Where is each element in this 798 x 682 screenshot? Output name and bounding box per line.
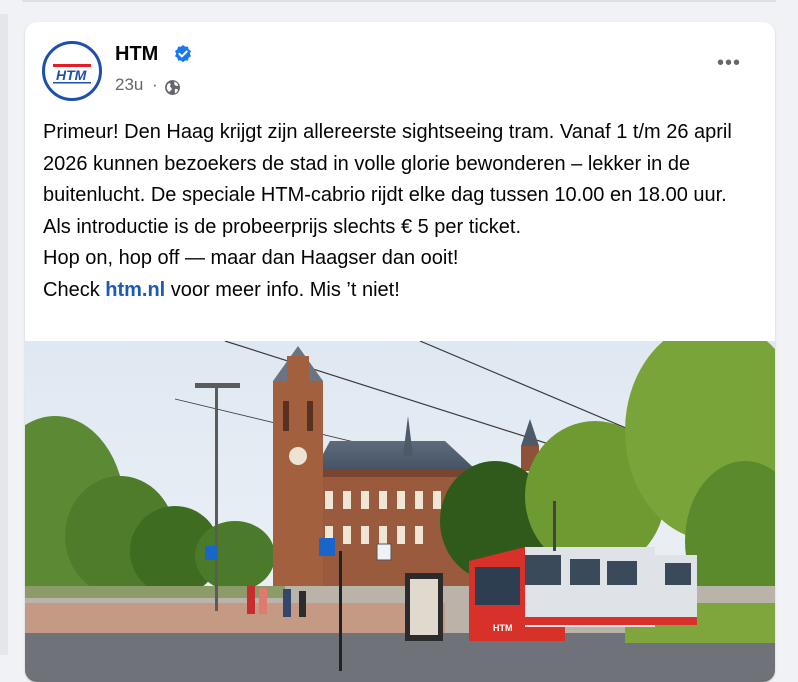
post-text-line: Als introductie is de probeerprijs slech… [43, 215, 521, 238]
post-text-segment: Check [43, 278, 106, 301]
globe-icon [165, 80, 180, 95]
verified-badge-icon [175, 45, 191, 63]
svg-text:HTM: HTM [493, 623, 513, 633]
post-photo[interactable]: HTM [25, 341, 775, 682]
previous-post-edge [0, 0, 798, 14]
website-link[interactable]: htm.nl [105, 279, 165, 301]
more-options-button[interactable]: ••• [711, 50, 747, 86]
previous-post-border [22, 0, 776, 2]
post-header: HTM HTM 23u · ••• [25, 22, 775, 112]
post-text: Primeur! Den Haag krijgt zijn allereerst… [43, 117, 768, 307]
svg-text:HTM: HTM [56, 67, 87, 83]
post-text-line: Primeur! Den Haag krijgt zijn allereerst… [43, 121, 732, 207]
post-time[interactable]: 23u [115, 75, 143, 95]
post-card: HTM HTM 23u · ••• Primeur! Den Haag krij… [25, 22, 775, 682]
avatar[interactable]: HTM [42, 41, 102, 101]
background-edge [0, 0, 8, 655]
htm-logo: HTM [53, 64, 91, 84]
post-text-line: Check htm.nl voor meer info. Mis ’t niet… [43, 275, 768, 307]
more-horizontal-icon: ••• [716, 52, 741, 74]
post-text-line: Hop on, hop off — maar dan Haagser dan o… [43, 247, 459, 270]
page-name[interactable]: HTM [115, 43, 158, 66]
meta-separator: · [152, 75, 158, 94]
tram-photo: HTM [25, 341, 775, 682]
post-text-segment: voor meer info. Mis ’t niet! [165, 278, 400, 301]
